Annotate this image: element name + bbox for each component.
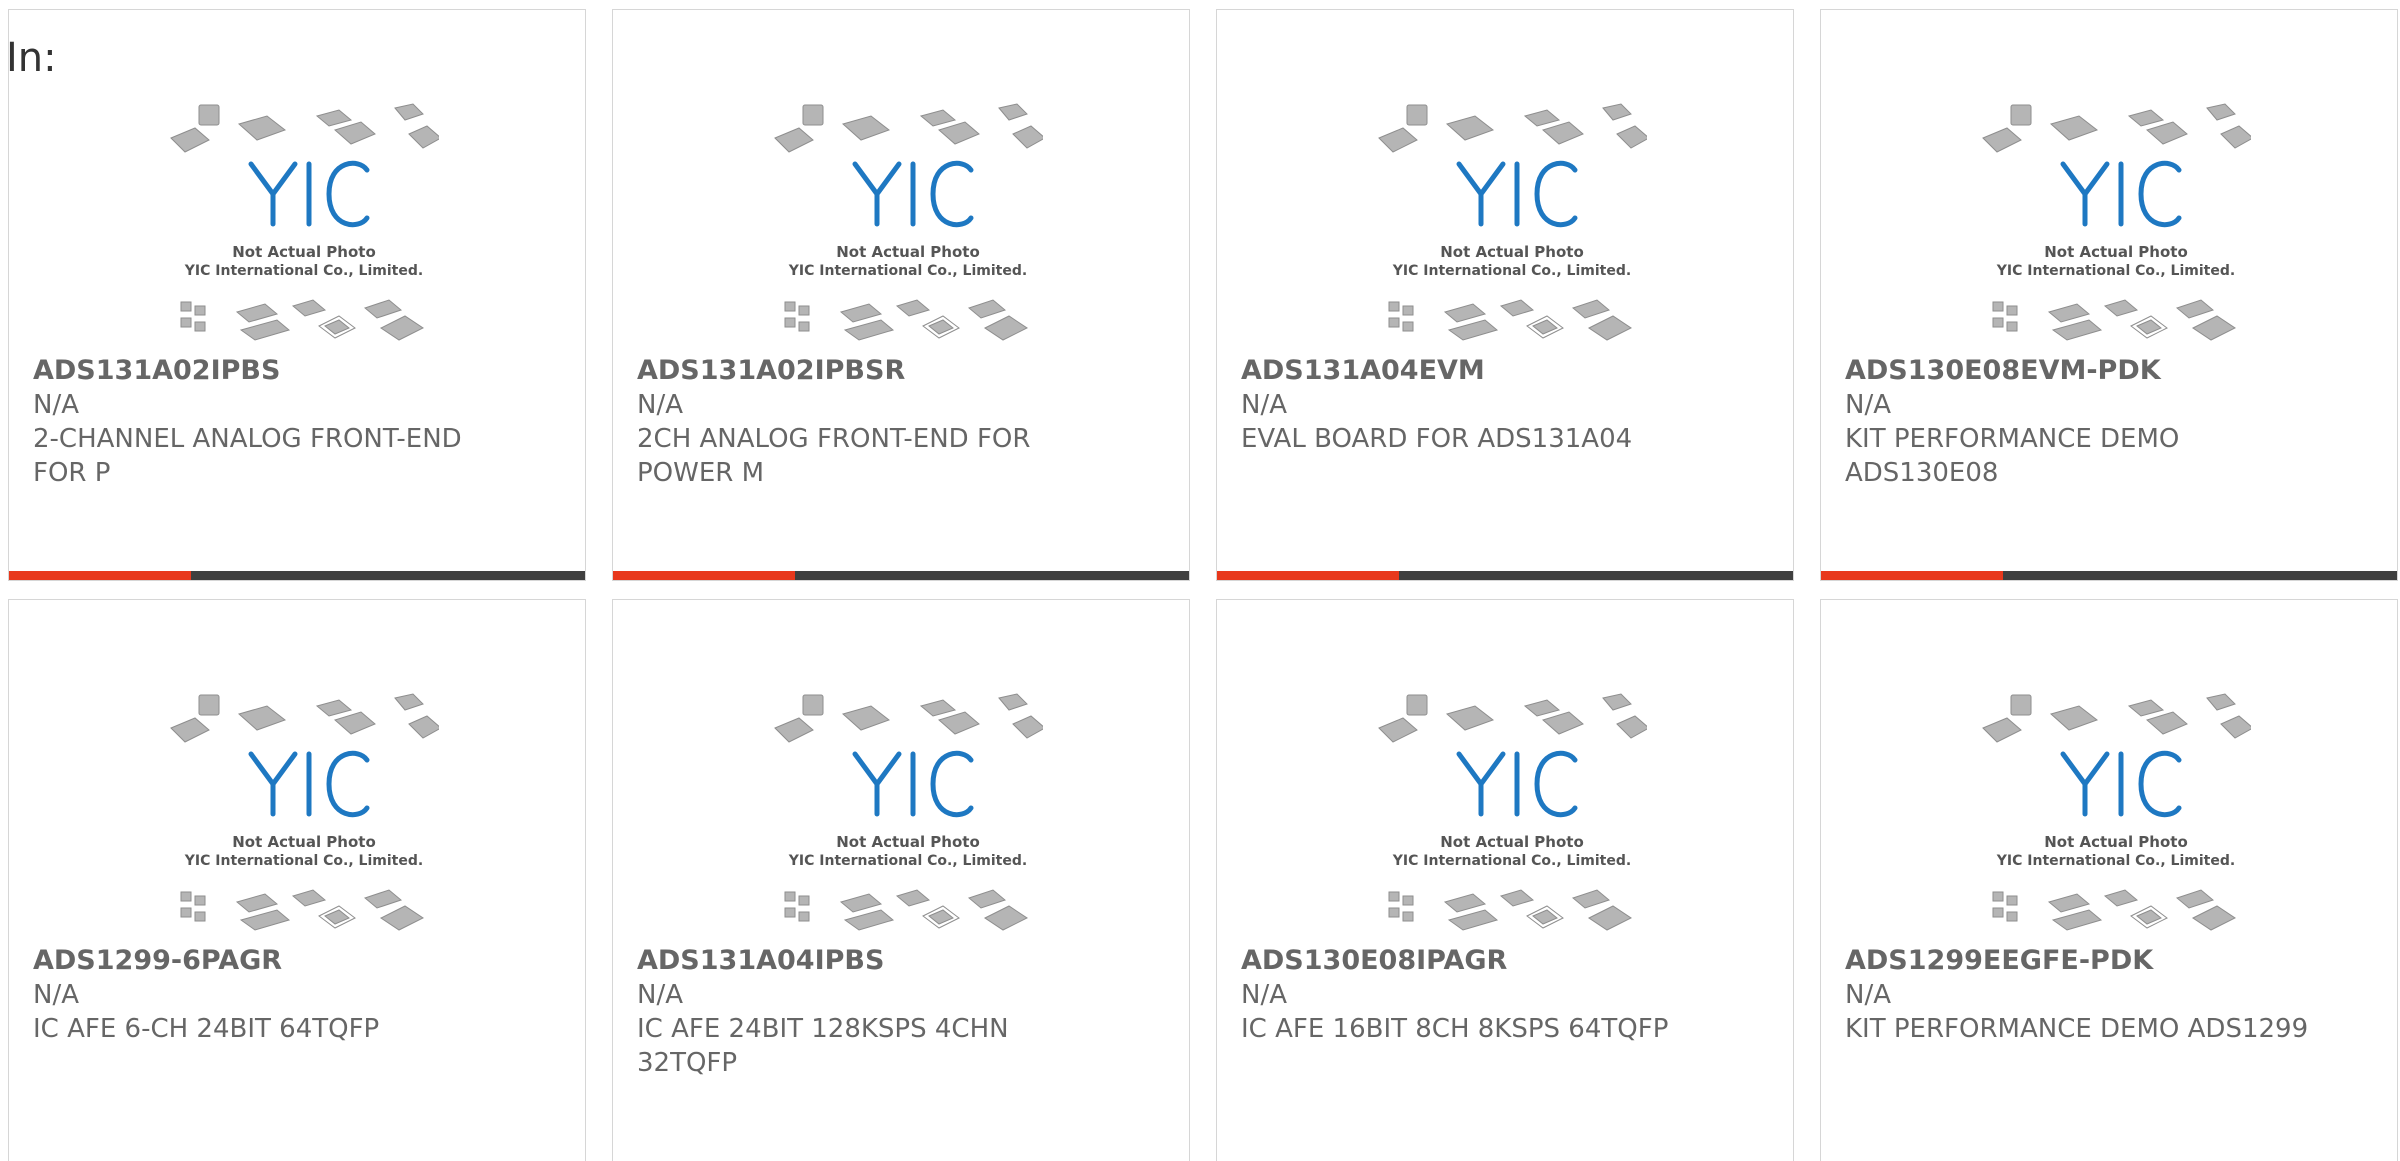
product-description: IC AFE 16BIT 8CH 8KSPS 64TQFP — [1241, 1014, 1669, 1044]
svg-text:YIC International Co., Limited: YIC International Co., Limited. — [1392, 263, 1631, 279]
card-bar — [1821, 571, 2397, 580]
part-number[interactable]: ADS130E08EVM-PDK — [1845, 354, 2345, 388]
product-card[interactable]: Not Actual Photo YIC International Co., … — [8, 599, 586, 1161]
product-description: IC AFE 6-CH 24BIT 64TQFP — [33, 1014, 380, 1044]
product-placeholder-image[interactable]: Not Actual Photo YIC International Co., … — [169, 692, 439, 942]
card-bar — [1217, 571, 1793, 580]
product-card[interactable]: Not Actual Photo YIC International Co., … — [1820, 599, 2398, 1161]
manufacturer: N/A — [1845, 980, 1891, 1010]
manufacturer: N/A — [1241, 390, 1287, 420]
product-card[interactable]: Not Actual Photo YIC International Co., … — [612, 9, 1190, 581]
chip-collage-icon: Not Actual Photo YIC International Co., … — [1378, 693, 1647, 931]
product-card[interactable]: Not Actual Photo YIC International Co., … — [1216, 599, 1794, 1161]
product-grid-page: In: Not Actual Photo YIC International C… — [0, 0, 2400, 1161]
manufacturer: N/A — [637, 390, 683, 420]
product-placeholder-image[interactable]: Not Actual Photo YIC International Co., … — [1981, 692, 2251, 942]
product-placeholder-image[interactable]: Not Actual Photo YIC International Co., … — [1377, 102, 1647, 352]
chip-collage-icon: Not Actual Photo YIC International Co., … — [774, 103, 1043, 341]
svg-text:YIC International Co., Limited: YIC International Co., Limited. — [184, 263, 423, 279]
svg-text:YIC International Co., Limited: YIC International Co., Limited. — [788, 853, 1027, 869]
chip-collage-icon: Not Actual Photo YIC International Co., … — [774, 693, 1043, 931]
product-description: IC AFE 24BIT 128KSPS 4CHN 32TQFP — [637, 1014, 1009, 1078]
svg-text:Not Actual Photo: Not Actual Photo — [2044, 833, 2188, 851]
part-number[interactable]: ADS131A02IPBS — [33, 354, 533, 388]
svg-text:Not Actual Photo: Not Actual Photo — [1440, 833, 1584, 851]
part-number[interactable]: ADS131A04EVM — [1241, 354, 1741, 388]
chip-collage-icon: Not Actual Photo YIC International Co., … — [1982, 103, 2251, 341]
product-card[interactable]: Not Actual Photo YIC International Co., … — [1216, 9, 1794, 581]
manufacturer: N/A — [33, 980, 79, 1010]
svg-text:Not Actual Photo: Not Actual Photo — [2044, 243, 2188, 261]
svg-text:YIC International Co., Limited: YIC International Co., Limited. — [1996, 263, 2235, 279]
product-placeholder-image[interactable]: Not Actual Photo YIC International Co., … — [169, 102, 439, 352]
product-card[interactable]: Not Actual Photo YIC International Co., … — [1820, 9, 2398, 581]
svg-text:YIC International Co., Limited: YIC International Co., Limited. — [184, 853, 423, 869]
card-bar-accent — [9, 571, 191, 580]
chip-collage-icon: Not Actual Photo YIC International Co., … — [1378, 103, 1647, 341]
manufacturer: N/A — [637, 980, 683, 1010]
product-description: 2-CHANNEL ANALOG FRONT-END FOR P — [33, 424, 462, 488]
product-placeholder-image[interactable]: Not Actual Photo YIC International Co., … — [773, 692, 1043, 942]
product-description: 2CH ANALOG FRONT-END FOR POWER M — [637, 424, 1031, 488]
card-bar-accent — [1821, 571, 2003, 580]
svg-text:Not Actual Photo: Not Actual Photo — [836, 243, 980, 261]
part-number[interactable]: ADS1299EEGFE-PDK — [1845, 944, 2345, 978]
svg-text:YIC International Co., Limited: YIC International Co., Limited. — [788, 263, 1027, 279]
product-placeholder-image[interactable]: Not Actual Photo YIC International Co., … — [773, 102, 1043, 352]
product-description: KIT PERFORMANCE DEMO ADS130E08 — [1845, 424, 2180, 488]
product-description: KIT PERFORMANCE DEMO ADS1299 — [1845, 1014, 2309, 1044]
chip-collage-icon: Not Actual Photo YIC International Co., … — [1982, 693, 2251, 931]
product-placeholder-image[interactable]: Not Actual Photo YIC International Co., … — [1981, 102, 2251, 352]
manufacturer: N/A — [1845, 390, 1891, 420]
part-number[interactable]: ADS1299-6PAGR — [33, 944, 533, 978]
part-number[interactable]: ADS131A02IPBSR — [637, 354, 1137, 388]
product-placeholder-image[interactable]: Not Actual Photo YIC International Co., … — [1377, 692, 1647, 942]
svg-text:Not Actual Photo: Not Actual Photo — [232, 833, 376, 851]
part-number[interactable]: ADS131A04IPBS — [637, 944, 1137, 978]
svg-text:Not Actual Photo: Not Actual Photo — [232, 243, 376, 261]
svg-text:YIC International Co., Limited: YIC International Co., Limited. — [1996, 853, 2235, 869]
manufacturer: N/A — [33, 390, 79, 420]
product-card[interactable]: Not Actual Photo YIC International Co., … — [612, 599, 1190, 1161]
in-label: In: — [6, 35, 57, 81]
manufacturer: N/A — [1241, 980, 1287, 1010]
svg-text:Not Actual Photo: Not Actual Photo — [1440, 243, 1584, 261]
product-card[interactable]: Not Actual Photo YIC International Co., … — [8, 9, 586, 581]
chip-collage-icon: Not Actual Photo YIC International Co., … — [170, 103, 439, 341]
card-bar-accent — [1217, 571, 1399, 580]
svg-text:Not Actual Photo: Not Actual Photo — [836, 833, 980, 851]
product-description: EVAL BOARD FOR ADS131A04 — [1241, 424, 1633, 454]
card-bar-accent — [613, 571, 795, 580]
card-bar — [613, 571, 1189, 580]
part-number[interactable]: ADS130E08IPAGR — [1241, 944, 1741, 978]
chip-collage-icon: Not Actual Photo YIC International Co., … — [170, 693, 439, 931]
card-bar — [9, 571, 585, 580]
svg-text:YIC International Co., Limited: YIC International Co., Limited. — [1392, 853, 1631, 869]
